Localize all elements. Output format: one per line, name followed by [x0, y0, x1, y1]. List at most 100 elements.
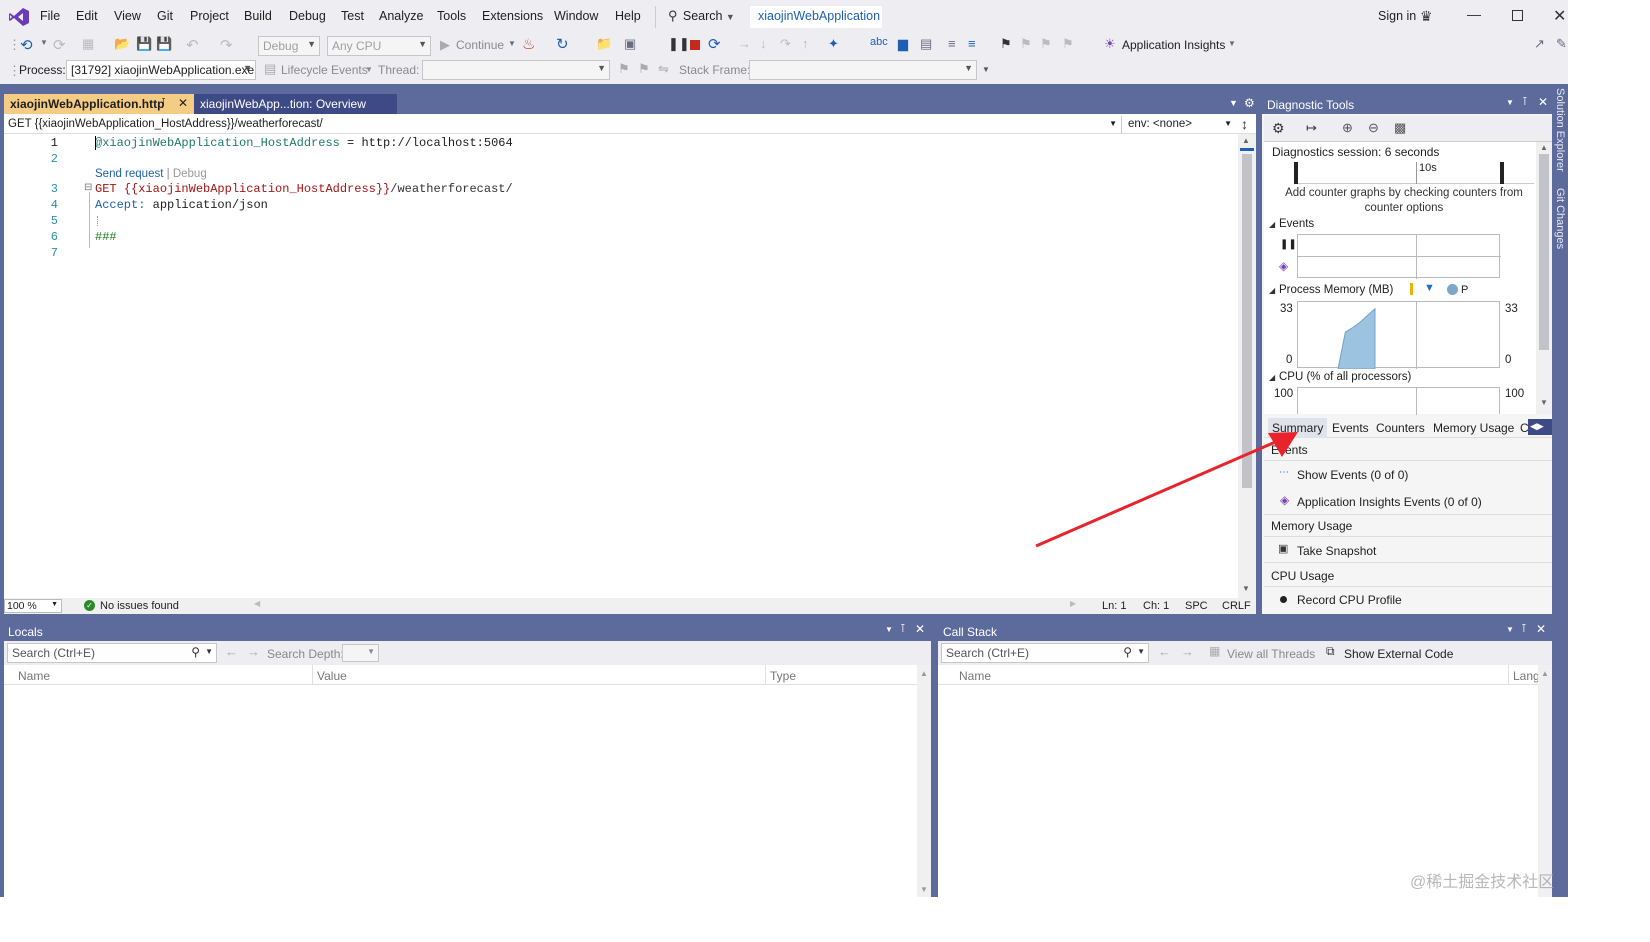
step-into-icon[interactable]: ↓: [760, 36, 767, 51]
chevron-down-icon[interactable]: ▼: [1228, 39, 1236, 48]
search-depth-dropdown[interactable]: ▼: [342, 644, 379, 662]
tab-counters[interactable]: Counters: [1376, 421, 1425, 435]
application-insights-button[interactable]: Application Insights: [1122, 38, 1225, 52]
sign-in-link[interactable]: Sign in: [1378, 9, 1416, 23]
maximize-icon[interactable]: [1512, 10, 1523, 21]
step-over-icon[interactable]: ↷: [780, 36, 791, 52]
account-icon[interactable]: ♛: [1420, 8, 1433, 25]
prev-bookmark-icon[interactable]: ⚑: [1020, 36, 1032, 52]
menu-project[interactable]: Project: [190, 9, 229, 23]
search-back-icon[interactable]: ←: [225, 644, 238, 659]
columns-icon[interactable]: ▤: [920, 36, 932, 52]
search-icon[interactable]: ⚲: [1123, 645, 1132, 659]
stack-frame-dropdown[interactable]: ▼: [749, 60, 977, 80]
take-snapshot-button[interactable]: Take Snapshot: [1297, 544, 1376, 558]
pin-icon[interactable]: ⊺: [161, 97, 166, 108]
tab-events[interactable]: Events: [1332, 421, 1369, 435]
export-icon[interactable]: ↦: [1306, 120, 1317, 136]
scroll-down-icon[interactable]: ▼: [1242, 584, 1250, 593]
scroll-right-icon[interactable]: ▶: [1070, 599, 1076, 608]
git-changes-tab[interactable]: Git Changes: [1554, 188, 1566, 258]
scrollbar-thumb[interactable]: [1539, 154, 1549, 350]
reset-view-icon[interactable]: ▩: [1394, 120, 1406, 136]
collapse-triangle-icon[interactable]: ◢: [1269, 286, 1275, 295]
window-menu-icon[interactable]: ▼: [1506, 625, 1514, 634]
solution-explorer-tab[interactable]: Solution Explorer: [1554, 88, 1566, 178]
window-menu-icon[interactable]: ▼: [885, 625, 893, 634]
menu-debug[interactable]: Debug: [289, 9, 326, 23]
configuration-dropdown[interactable]: Debug ▼: [258, 36, 320, 56]
comment-icon[interactable]: ≡: [968, 36, 976, 51]
column-type[interactable]: Type: [770, 669, 796, 683]
chevron-down-icon[interactable]: ▼: [365, 65, 373, 74]
menu-view[interactable]: View: [114, 9, 141, 23]
scroll-up-icon[interactable]: ▲: [1540, 143, 1548, 152]
zoom-out-icon[interactable]: ⊖: [1368, 120, 1379, 136]
solution-folder-icon[interactable]: 📁: [596, 36, 612, 52]
lifecycle-events-button[interactable]: Lifecycle Events: [281, 63, 368, 77]
selection-end-handle[interactable]: [1500, 162, 1504, 184]
call-stack-search-input[interactable]: Search (Ctrl+E) ⚲ ▼: [941, 643, 1149, 663]
restart-icon[interactable]: ↻: [556, 35, 569, 53]
menu-file[interactable]: File: [40, 9, 60, 23]
restart-debugging-icon[interactable]: ⟳: [708, 35, 721, 53]
undo-icon[interactable]: ↶: [186, 36, 199, 54]
toolbar-overflow-icon[interactable]: ▼: [982, 65, 990, 74]
window-menu-icon[interactable]: ▼: [1506, 98, 1514, 107]
spell-check-icon[interactable]: abc: [870, 36, 888, 48]
search-back-icon[interactable]: ←: [1158, 644, 1171, 659]
locals-scrollbar[interactable]: ▲ ▼: [917, 665, 931, 897]
settings-gear-icon[interactable]: ⚙: [1244, 96, 1255, 110]
close-panel-icon[interactable]: ✕: [915, 622, 925, 636]
feedback-icon[interactable]: ✎: [1556, 36, 1567, 52]
outdent-icon[interactable]: ≡: [948, 36, 956, 51]
locals-search-input[interactable]: Search (Ctrl+E) ⚲ ▼: [7, 643, 217, 663]
menu-git[interactable]: Git: [157, 9, 173, 23]
platform-dropdown[interactable]: Any CPU ▼: [327, 36, 431, 56]
minimize-icon[interactable]: —: [1467, 6, 1481, 22]
chevron-down-icon[interactable]: ▼: [508, 39, 516, 48]
zoom-dropdown[interactable]: 100 % ▼: [4, 599, 62, 613]
call-stack-scrollbar[interactable]: ▲: [1538, 665, 1552, 897]
flag-thread-icon[interactable]: ⚑: [618, 61, 630, 77]
pin-icon[interactable]: ⊺: [1521, 622, 1527, 635]
lightbulb-icon[interactable]: ☀: [1104, 36, 1116, 52]
collapse-triangle-icon[interactable]: ◢: [1269, 373, 1275, 382]
tab-http-file[interactable]: xiaojinWebApplication.http ⊺ ✕: [4, 94, 194, 114]
selection-start-handle[interactable]: [1294, 162, 1298, 184]
menu-edit[interactable]: Edit: [76, 9, 98, 23]
pin-icon[interactable]: ⊺: [1522, 95, 1528, 108]
pause-icon[interactable]: ❚❚: [668, 36, 690, 52]
settings-gear-icon[interactable]: ⚙: [1272, 120, 1285, 137]
column-name[interactable]: Name: [959, 669, 991, 683]
scroll-up-icon[interactable]: ▲: [920, 669, 928, 678]
split-editor-icon[interactable]: ↕: [1241, 116, 1248, 132]
whitespace-indicator[interactable]: SPC: [1185, 600, 1208, 612]
cpu-chart[interactable]: [1297, 387, 1500, 415]
menu-tools[interactable]: Tools: [437, 9, 466, 23]
record-cpu-profile-button[interactable]: Record CPU Profile: [1297, 593, 1402, 607]
stop-icon[interactable]: [690, 40, 700, 50]
hot-reload-icon[interactable]: ♨: [522, 35, 535, 53]
menu-build[interactable]: Build: [244, 9, 272, 23]
view-all-threads-button[interactable]: View all Threads: [1227, 647, 1315, 661]
tab-scroll-left-icon[interactable]: ◀: [1530, 421, 1537, 431]
show-events-link[interactable]: Show Events (0 of 0): [1297, 468, 1408, 482]
menu-analyze[interactable]: Analyze: [379, 9, 423, 23]
close-panel-icon[interactable]: ✕: [1536, 622, 1546, 636]
environment-selector[interactable]: env: <none> ▼: [1124, 116, 1236, 134]
line-ending-indicator[interactable]: CRLF: [1222, 600, 1251, 612]
continue-button[interactable]: Continue: [456, 38, 504, 52]
navigate-back-icon[interactable]: ⟲: [20, 36, 33, 54]
redo-icon[interactable]: ↷: [220, 36, 233, 54]
clear-bookmarks-icon[interactable]: ⚑: [1062, 36, 1074, 52]
diagnostics-scrollbar[interactable]: ▲ ▼: [1536, 142, 1552, 414]
share-icon[interactable]: ↗: [1534, 36, 1545, 52]
tab-overview[interactable]: xiaojinWebApp...tion: Overview: [194, 94, 397, 114]
flag-all-threads-icon[interactable]: ⚑: [638, 61, 650, 77]
visual-studio-logo-icon[interactable]: [8, 7, 30, 27]
memory-chart[interactable]: [1297, 301, 1500, 369]
chevron-down-icon[interactable]: ▼: [205, 647, 213, 656]
issues-status[interactable]: No issues found: [100, 600, 179, 612]
process-dropdown[interactable]: [31792] xiaojinWebApplication.exe ▼: [66, 60, 256, 80]
